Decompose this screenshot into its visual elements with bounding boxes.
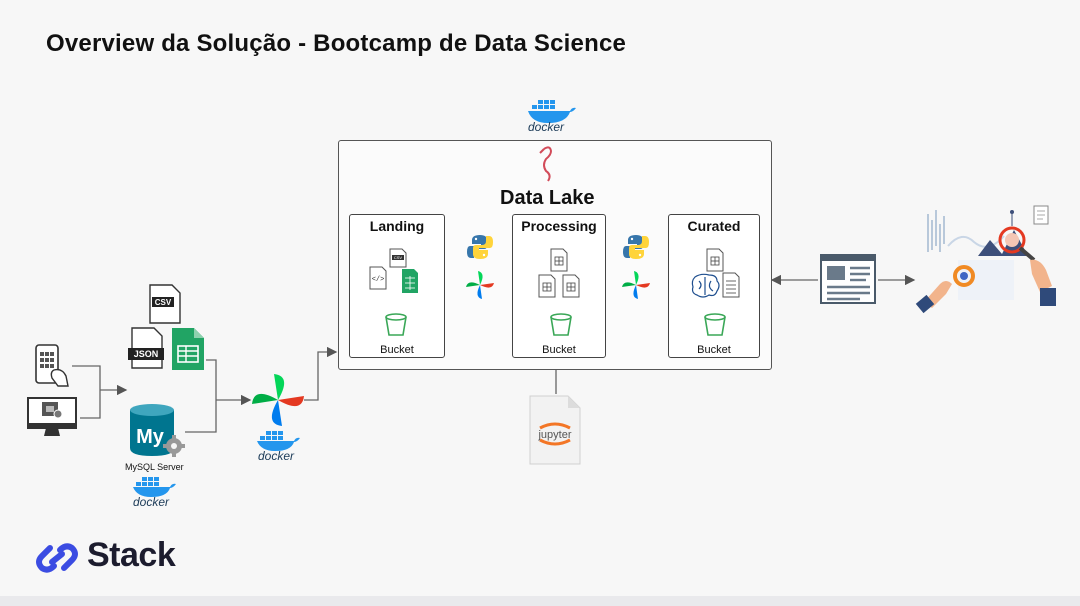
csv-mini-text: CSV bbox=[394, 255, 403, 260]
desktop-monitor-icon bbox=[27, 397, 77, 436]
zone-curated: Curated Bucket bbox=[668, 214, 760, 358]
zone-landing: Landing CSV </> Bucket bbox=[349, 214, 445, 358]
docker-mysql: docker bbox=[132, 474, 182, 514]
datalake-title: Data Lake bbox=[500, 187, 595, 209]
smartphone-icon bbox=[35, 344, 69, 387]
docker-label: docker bbox=[133, 495, 170, 509]
data-analysis-illustration bbox=[915, 205, 1056, 314]
docker-top: docker bbox=[526, 96, 576, 136]
zone-title: Landing bbox=[369, 218, 425, 234]
arrow-desktop-merge bbox=[80, 390, 101, 419]
brain-icon bbox=[691, 273, 720, 298]
jupyter-notebook-icon: jupyter bbox=[528, 394, 582, 466]
processing-files-icon bbox=[538, 248, 580, 298]
arrow-mysql-merge bbox=[185, 400, 217, 433]
landing-files-icon: CSV </> bbox=[369, 248, 418, 293]
mysql-server-label: MySQL Server bbox=[125, 462, 184, 472]
airflow-pinwheel-icon bbox=[622, 271, 650, 299]
arrow-phone-merge bbox=[72, 365, 101, 390]
docker-airflow: docker bbox=[256, 428, 306, 468]
curated-files-icon bbox=[691, 248, 740, 298]
jupyter-label: jupyter bbox=[538, 429, 572, 441]
docker-label: docker bbox=[528, 120, 565, 134]
bucket-label: Bucket bbox=[542, 344, 576, 356]
json-file-icon: JSON bbox=[128, 327, 164, 369]
mysql-logo-text: My bbox=[136, 426, 165, 448]
brand-name: Stack bbox=[87, 536, 176, 574]
hand-right-icon bbox=[1030, 259, 1056, 306]
stack-logo-icon bbox=[36, 543, 78, 573]
json-label: JSON bbox=[134, 349, 159, 359]
bar-strip-icon bbox=[927, 210, 945, 252]
arrow-files-merge bbox=[206, 359, 217, 400]
hand-left-icon bbox=[915, 281, 952, 314]
mysql-database-icon: My bbox=[130, 404, 185, 457]
bucket-icon bbox=[704, 313, 726, 336]
bucket-icon bbox=[550, 313, 572, 336]
google-sheets-icon bbox=[172, 328, 204, 370]
csv-label: CSV bbox=[155, 298, 172, 307]
airflow-pinwheel-icon bbox=[466, 271, 494, 299]
python-icon bbox=[623, 235, 649, 259]
footer-bar bbox=[0, 596, 1080, 606]
svg-text:</>: </> bbox=[372, 276, 385, 284]
zone-processing: Processing Bucket bbox=[512, 214, 606, 358]
flamingo-icon bbox=[539, 146, 553, 182]
python-icon bbox=[467, 235, 493, 259]
dashboard-icon bbox=[820, 254, 876, 304]
bucket-label: Bucket bbox=[380, 344, 414, 356]
zone-title: Processing bbox=[521, 218, 597, 234]
docker-label: docker bbox=[258, 449, 295, 463]
bucket-label: Bucket bbox=[697, 344, 731, 356]
csv-file-icon: CSV bbox=[149, 284, 181, 324]
airflow-logo-icon bbox=[252, 374, 304, 426]
zone-title: Curated bbox=[687, 218, 741, 234]
bucket-icon bbox=[385, 313, 407, 336]
arrow-airflow-to-lake bbox=[304, 346, 338, 401]
